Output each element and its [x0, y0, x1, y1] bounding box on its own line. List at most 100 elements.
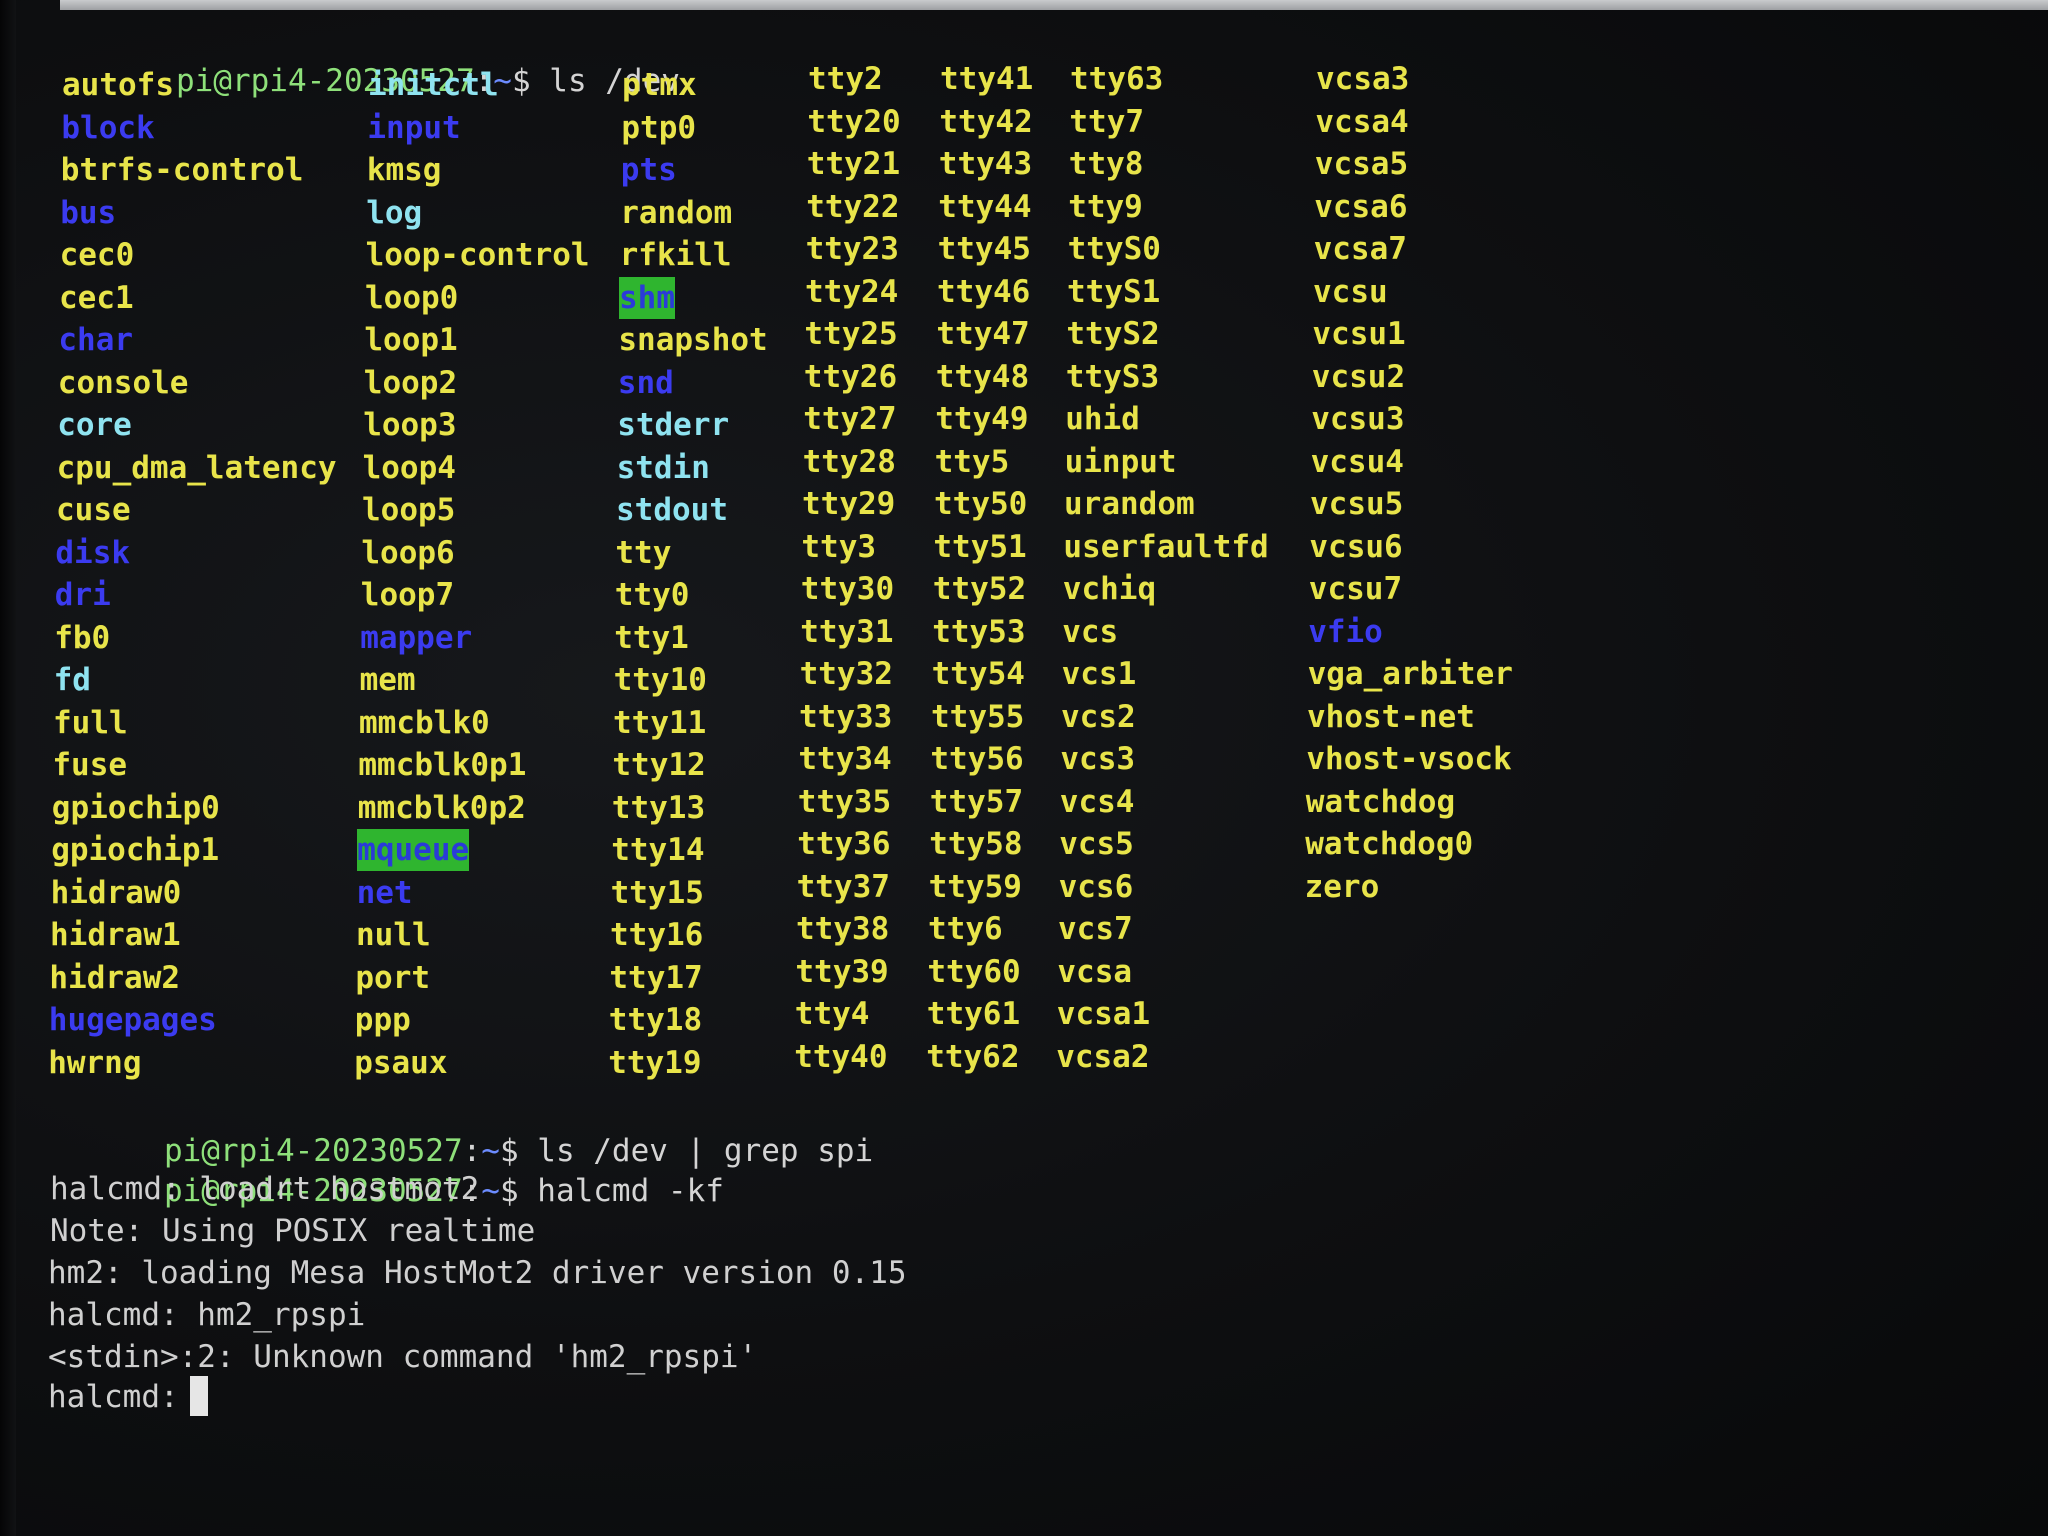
- dev-entry: vcs3: [1060, 741, 1136, 777]
- dev-entry: tty61: [926, 996, 1021, 1032]
- dev-entry: tty29: [802, 486, 896, 522]
- dev-entry: console: [57, 364, 189, 401]
- dev-entry: tty30: [800, 571, 895, 607]
- dev-entry: tty18: [608, 1002, 703, 1038]
- dev-entry: tty60: [927, 953, 1021, 990]
- dev-entry: tty3: [801, 528, 877, 565]
- dev-entry: log: [366, 194, 423, 231]
- command-text: halcmd -kf: [537, 1173, 724, 1209]
- prompt-dollar: $: [499, 1173, 538, 1209]
- dev-entry: tty5: [934, 443, 1010, 480]
- dev-entry: tty37: [796, 868, 890, 905]
- dev-entry: ttyS1: [1067, 273, 1161, 310]
- dev-entry: loop0: [365, 279, 459, 316]
- dev-entry: snapshot: [618, 322, 768, 358]
- dev-entry: tty25: [804, 316, 898, 352]
- dev-entry: initctl: [368, 67, 499, 103]
- dev-entry: shm: [619, 276, 675, 319]
- dev-entry: core: [57, 407, 132, 443]
- dev-entry: vcsu5: [1310, 486, 1404, 522]
- dev-entry: tty40: [794, 1038, 888, 1075]
- dev-entry: tty16: [610, 917, 704, 953]
- text-cursor[interactable]: [190, 1376, 208, 1416]
- dev-entry: hidraw0: [50, 874, 182, 911]
- dev-entry: zero: [1304, 868, 1380, 905]
- dev-entry: tty47: [936, 316, 1030, 352]
- dev-entry: tty46: [937, 273, 1031, 310]
- dev-entry: vcsu2: [1311, 358, 1406, 395]
- dev-entry: ttyS0: [1067, 231, 1161, 267]
- dev-entry: tty57: [929, 783, 1024, 820]
- dev-entry: vcs6: [1058, 868, 1134, 905]
- dev-entry: fd: [53, 662, 91, 698]
- dev-entry: tty56: [930, 741, 1024, 777]
- output-line: halcmd: hm2_rpspi: [48, 1297, 366, 1333]
- dev-entry: mmcblk0p1: [358, 747, 527, 783]
- dev-entry: tty42: [939, 103, 1033, 140]
- terminal-window[interactable]: pi@rpi4-20230527:~$ ls /dev autofs block b…: [0, 0, 2048, 1536]
- dev-entry: tty17: [609, 959, 703, 996]
- dev-entry: ptmx: [622, 67, 697, 103]
- dev-entry: tty: [615, 534, 672, 571]
- dev-entry: ppp: [354, 1002, 411, 1038]
- dev-entry: tty32: [799, 656, 893, 692]
- dev-entry: tty36: [797, 826, 891, 862]
- dev-entry: autofs: [62, 67, 174, 103]
- prompt-path: ~: [481, 1173, 500, 1209]
- dev-entry: snd: [617, 364, 674, 401]
- dev-entry: loop6: [361, 534, 455, 571]
- dev-entry: tty50: [934, 486, 1028, 522]
- dev-entry: tty39: [795, 953, 889, 990]
- dev-entry: loop3: [363, 407, 457, 443]
- dev-entry: vcs2: [1061, 698, 1136, 735]
- dev-entry: ttyS3: [1065, 358, 1160, 395]
- dev-entry: watchdog: [1305, 783, 1456, 820]
- dev-entry: userfaultfd: [1063, 528, 1269, 565]
- dev-entry: stdout: [616, 492, 728, 528]
- dev-entry: tty59: [928, 868, 1022, 905]
- dev-entry: fuse: [52, 747, 128, 783]
- dev-entry: loop7: [360, 577, 455, 613]
- dev-entry: kmsg: [366, 152, 442, 188]
- dev-entry: cuse: [56, 492, 131, 528]
- output-line: halcmd: loadrt hostmot2: [50, 1171, 480, 1207]
- dev-entry: tty34: [798, 741, 892, 777]
- dev-entry: stdin: [616, 449, 710, 486]
- dev-entry: port: [355, 959, 431, 996]
- dev-entry: tty15: [610, 874, 704, 911]
- dev-entry: tty23: [805, 231, 899, 267]
- dev-entry: mem: [359, 662, 416, 698]
- dev-entry: hugepages: [48, 1002, 217, 1038]
- dev-entry: tty2: [808, 61, 883, 97]
- dev-entry: tty22: [806, 188, 900, 225]
- output-line: hm2: loading Mesa HostMot2 driver versio…: [48, 1255, 907, 1291]
- dev-entry: hidraw2: [49, 959, 181, 996]
- dev-entry: urandom: [1064, 486, 1195, 522]
- dev-entry: tty38: [796, 911, 890, 947]
- dev-entry: stderr: [617, 407, 730, 443]
- dev-entry: dri: [54, 577, 111, 613]
- dev-entry: vcs: [1062, 613, 1119, 650]
- dev-entry: mmcblk0p2: [357, 789, 526, 826]
- dev-entry: tty43: [938, 146, 1033, 182]
- dev-entry: vcsa1: [1056, 996, 1151, 1032]
- dev-entry: tty4: [794, 996, 870, 1032]
- dev-entry: uhid: [1065, 401, 1140, 437]
- dev-entry: tty33: [799, 698, 893, 735]
- dev-entry: tty35: [797, 783, 892, 820]
- dev-entry: tty8: [1068, 146, 1144, 182]
- dev-entry: loop-control: [365, 237, 590, 273]
- dev-entry: vcsu: [1313, 273, 1388, 310]
- dev-entry: tty51: [933, 528, 1027, 565]
- output-line: <stdin>:2: Unknown command 'hm2_rpspi': [48, 1339, 758, 1375]
- dev-entry: tty49: [935, 401, 1029, 437]
- dev-entry: null: [356, 917, 431, 953]
- dev-entry: tty1: [614, 619, 689, 656]
- dev-entry: vcsa7: [1313, 231, 1407, 267]
- dev-entry: vcsu4: [1310, 443, 1404, 480]
- dev-entry: vcsa4: [1315, 103, 1409, 140]
- dev-entry: tty28: [802, 443, 896, 480]
- dev-entry: random: [620, 194, 733, 231]
- dev-entry: full: [53, 704, 128, 741]
- dev-entry: input: [367, 109, 461, 146]
